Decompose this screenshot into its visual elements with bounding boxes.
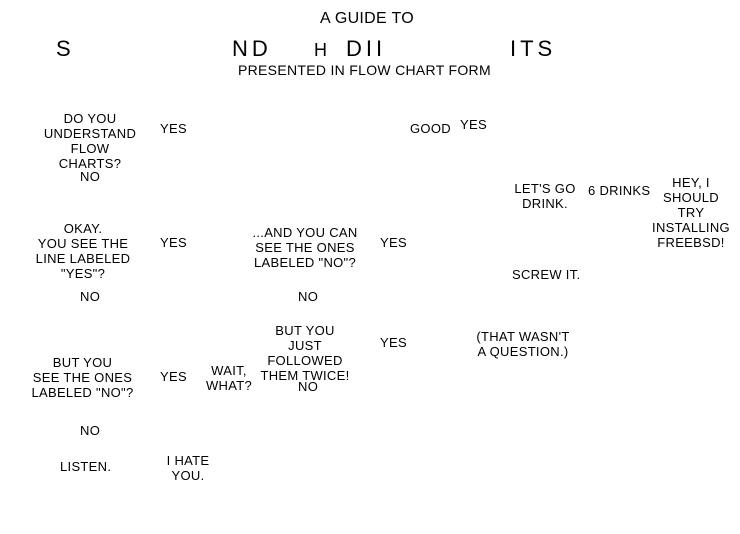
edge-see-no-yes: YES	[160, 370, 187, 385]
edge-understand-yes: YES	[160, 122, 187, 137]
edge-six-drinks: 6 DRINKS	[588, 184, 650, 199]
edge-followed-yes: YES	[380, 336, 407, 351]
node-understand-charts: DO YOU UNDERSTAND FLOW CHARTS?	[40, 112, 140, 172]
node-not-question: (THAT WASN'T A QUESTION.)	[468, 330, 578, 360]
node-listen: LISTEN.	[60, 460, 111, 475]
node-good: GOOD	[410, 122, 451, 137]
node-but-followed: BUT YOU JUST FOLLOWED THEM TWICE!	[250, 324, 360, 384]
title-line2-frag-2: H	[314, 40, 331, 61]
edge-okay-no: NO	[80, 290, 100, 305]
node-but-see-no: BUT YOU SEE THE ONES LABELED "NO"?	[30, 356, 135, 401]
title-line3: PRESENTED IN FLOW CHART FORM	[238, 62, 491, 78]
node-okay-line-yes: OKAY. YOU SEE THE LINE LABELED "YES"?	[28, 222, 138, 282]
title-line2-frag-1: ND	[232, 36, 272, 61]
node-screw-it: SCREW IT.	[512, 268, 580, 283]
edge-see-no-no: NO	[80, 424, 100, 439]
title-line2-frag-4: ITS	[510, 36, 556, 61]
edge-followed-no: NO	[298, 380, 318, 395]
title-line2-frag-0: S	[56, 36, 75, 61]
edge-understand-no: NO	[80, 170, 100, 185]
node-hate-you: I HATE YOU.	[158, 454, 218, 484]
edge-okay-yes: YES	[160, 236, 187, 251]
edge-and-no-no: NO	[298, 290, 318, 305]
edge-good-yes: YES	[460, 118, 487, 133]
node-wait-what: WAIT, WHAT?	[204, 364, 254, 394]
node-freebsd: HEY, I SHOULD TRY INSTALLING FREEBSD!	[646, 176, 736, 251]
edge-and-no-yes: YES	[380, 236, 407, 251]
node-and-see-no: ...AND YOU CAN SEE THE ONES LABELED "NO"…	[250, 226, 360, 271]
title-line2-frag-3: DII	[346, 36, 386, 61]
title-line1: A GUIDE TO	[320, 10, 414, 28]
node-lets-drink: LET'S GO DRINK.	[510, 182, 580, 212]
